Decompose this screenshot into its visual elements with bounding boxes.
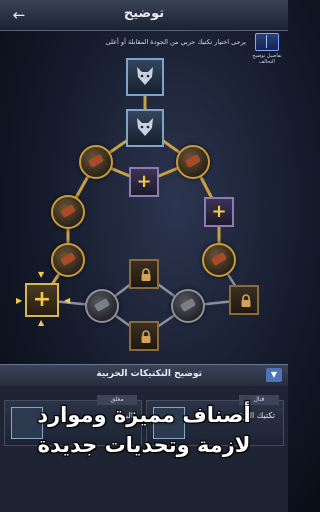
selection-arrow-icon: ▶ <box>16 296 23 305</box>
panel-header: توضيح التكتيكات الحربية ▼ <box>0 364 288 387</box>
weapon-icon <box>210 252 228 266</box>
tactic-node-badge[interactable] <box>51 195 85 229</box>
page-title: توضيح <box>123 6 165 21</box>
collapse-button[interactable]: ▼ <box>266 368 282 382</box>
chevron-down-icon: ▼ <box>270 370 278 379</box>
tactic-node-badge[interactable] <box>51 243 85 277</box>
weapon-icon <box>59 204 77 218</box>
plus-icon: + <box>32 287 52 312</box>
weapon-icon <box>59 252 77 266</box>
add-tactic-button[interactable]: + <box>25 283 59 317</box>
lock-icon <box>241 294 251 307</box>
locked-tactic-node[interactable] <box>129 259 159 289</box>
weapon-icon <box>179 298 197 312</box>
lock-icon <box>141 268 151 281</box>
weapon-icon <box>87 154 105 168</box>
selection-arrow-icon: ▼ <box>38 270 45 279</box>
selection-arrow-icon: ▲ <box>38 318 45 327</box>
weapon-icon <box>184 154 202 168</box>
add-tactic-button[interactable]: + <box>129 167 159 197</box>
tactic-node-badge[interactable] <box>85 289 119 323</box>
lock-icon <box>141 330 151 343</box>
locked-tactic-node[interactable] <box>129 321 159 351</box>
tactic-node-badge[interactable] <box>171 289 205 323</box>
top-bar: ← توضيح <box>0 0 288 31</box>
wolf-icon <box>137 67 153 85</box>
selection-arrow-icon: ◀ <box>64 296 71 305</box>
tactic-node-wolf[interactable] <box>126 58 164 96</box>
tactic-node-badge[interactable] <box>176 145 210 179</box>
locked-tactic-node[interactable] <box>229 285 259 315</box>
hint-text: يرجى اختيار تكتيك حربي من الجودة المقابل… <box>105 38 246 46</box>
tactic-node-badge[interactable] <box>202 243 236 277</box>
wolf-icon <box>137 118 153 136</box>
weapon-icon <box>93 298 111 312</box>
promo-banner: أصناف مميزة وموارد لازمة وتحديات جديدة <box>0 400 288 460</box>
tactic-node-wolf[interactable] <box>126 109 164 147</box>
add-tactic-button[interactable]: + <box>204 197 234 227</box>
tactic-node-badge[interactable] <box>79 145 113 179</box>
promo-line-2: لازمة وتحديات جديدة <box>37 433 251 457</box>
panel-title: توضيح التكتيكات الحربية <box>96 369 202 379</box>
plus-icon: + <box>136 171 152 192</box>
promo-line-1: أصناف مميزة وموارد <box>37 403 251 427</box>
plus-icon: + <box>211 201 227 222</box>
book-icon <box>255 33 279 51</box>
